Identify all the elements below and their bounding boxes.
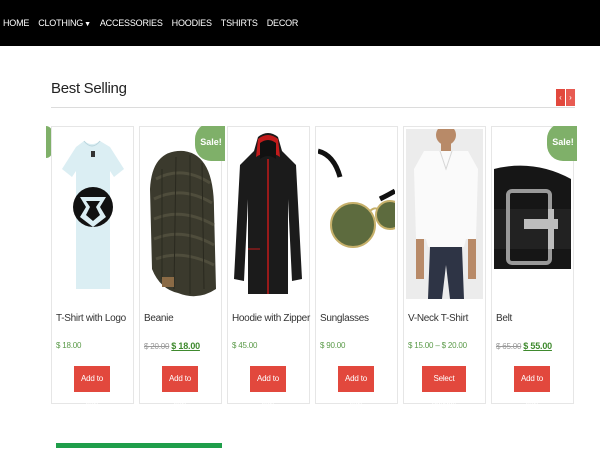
nav-item-clothing[interactable]: CLOTHING▼ <box>38 18 91 28</box>
product-name[interactable]: T-Shirt with Logo <box>56 313 126 324</box>
select-options-button[interactable]: Select options <box>422 366 466 406</box>
nav-item-clothing-label: CLOTHING <box>38 18 84 28</box>
nav-item-tshirts[interactable]: TSHIRTS <box>221 18 258 28</box>
nav-item-home[interactable]: HOME <box>3 18 29 28</box>
product-price: $ 20.00 $ 18.00 <box>144 341 200 351</box>
product-card[interactable]: Sale! Beanie $ 20.00 $ 18.00 Add to cart <box>139 126 225 406</box>
sale-badge: Sale! <box>195 126 225 161</box>
current-price: $ 18.00 <box>56 341 82 350</box>
nav-item-accessories[interactable]: ACCESSORIES <box>100 18 163 28</box>
add-to-cart-button[interactable]: Add to cart <box>250 366 286 406</box>
product-card[interactable]: V-Neck T-Shirt $ 15.00 – $ 20.00 Select … <box>403 126 486 406</box>
product-name[interactable]: Beanie <box>144 313 174 324</box>
add-to-cart-button[interactable]: Add to cart <box>162 366 198 406</box>
product-name[interactable]: Sunglasses <box>320 313 369 324</box>
current-price: $ 90.00 <box>320 341 346 350</box>
product-price: $ 65.00 $ 55.00 <box>496 341 552 351</box>
nav-item-decor[interactable]: DECOR <box>267 18 299 28</box>
progress-bar <box>56 443 222 448</box>
nav-item-hoodies[interactable]: HOODIES <box>172 18 212 28</box>
product-card[interactable]: Sunglasses $ 90.00 Add to cart <box>315 126 398 406</box>
old-price: $ 65.00 <box>496 342 522 351</box>
product-card[interactable]: T-Shirt with Logo $ 18.00 Add to cart <box>51 126 134 406</box>
product-price: $ 45.00 <box>232 341 257 350</box>
product-name[interactable]: Belt <box>496 313 512 324</box>
product-image-tshirt-logo[interactable] <box>54 129 131 299</box>
current-price: $ 18.00 <box>171 341 200 351</box>
product-price: $ 90.00 <box>320 341 345 350</box>
current-price: $ 55.00 <box>523 341 552 351</box>
section-title: Best Selling <box>51 80 127 97</box>
section-divider <box>51 107 575 108</box>
add-to-cart-button[interactable]: Add to cart <box>514 366 550 406</box>
old-price: $ 20.00 <box>144 342 170 351</box>
add-to-cart-button[interactable]: Add to cart <box>74 366 110 406</box>
caret-down-icon: ▼ <box>84 21 91 28</box>
sale-badge: Sale! <box>547 126 577 161</box>
top-navigation: HOME CLOTHING▼ ACCESSORIES HOODIES TSHIR… <box>0 0 600 46</box>
product-name[interactable]: V-Neck T-Shirt <box>408 313 468 324</box>
add-to-cart-button[interactable]: Add to cart <box>338 366 374 406</box>
carousel-prev-button[interactable]: ‹ <box>556 89 565 106</box>
carousel-next-button[interactable]: › <box>566 89 575 106</box>
product-price: $ 15.00 – $ 20.00 <box>408 341 467 350</box>
current-price: $ 45.00 <box>232 341 258 350</box>
product-name[interactable]: Hoodie with Zipper <box>232 313 310 324</box>
product-image-hoodie[interactable] <box>230 129 307 299</box>
carousel-arrows: ‹ › <box>556 89 575 106</box>
current-price: $ 15.00 – $ 20.00 <box>408 341 467 350</box>
product-image-sunglasses[interactable] <box>318 129 395 299</box>
product-image-vneck[interactable] <box>406 129 483 299</box>
product-carousel: T-Shirt with Logo $ 18.00 Add to cart Sa… <box>0 126 600 406</box>
product-card[interactable]: Hoodie with Zipper $ 45.00 Add to cart <box>227 126 310 406</box>
product-card[interactable]: Sale! Belt $ 65.00 $ 55.00 Add to cart <box>491 126 577 406</box>
product-price: $ 18.00 <box>56 341 81 350</box>
